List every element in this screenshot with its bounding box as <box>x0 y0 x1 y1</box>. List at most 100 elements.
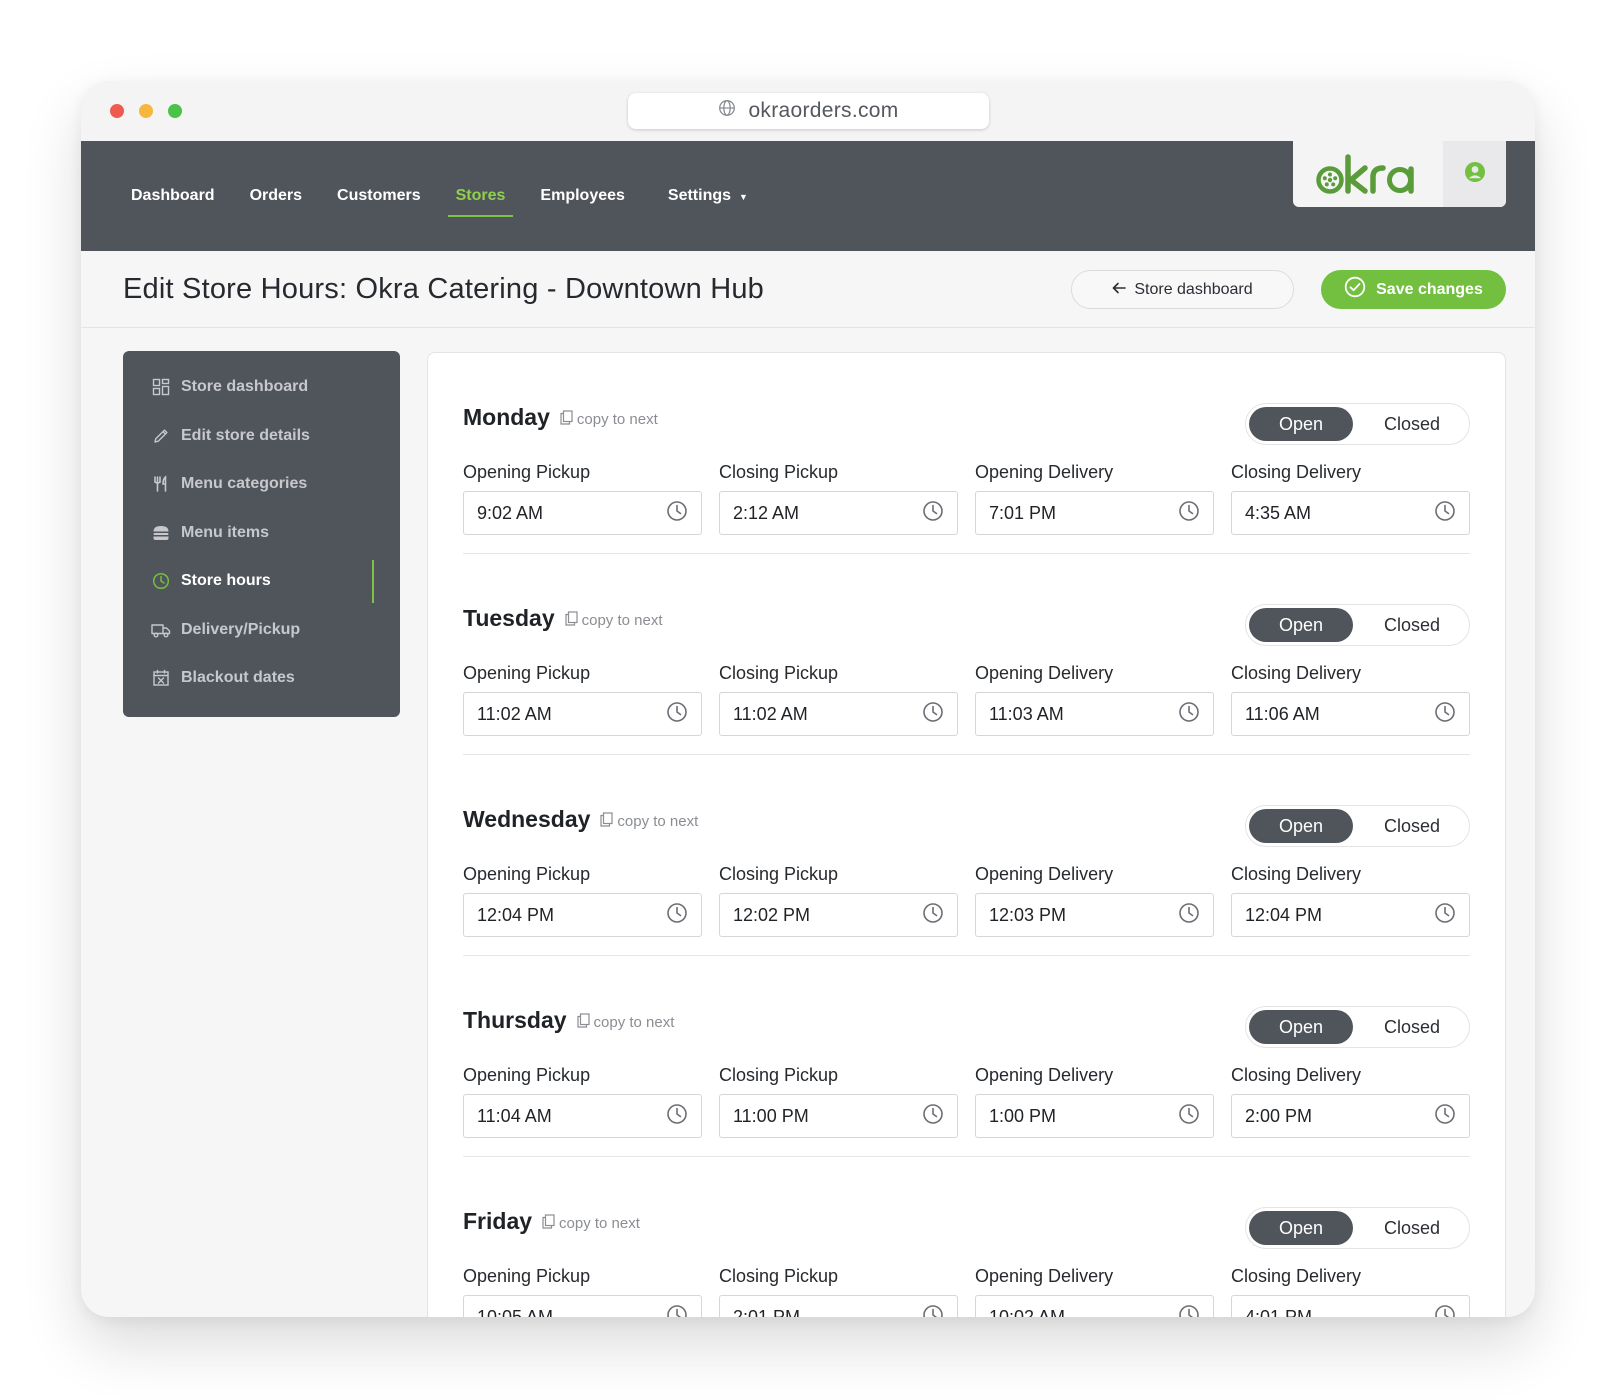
opening-pickup-input[interactable]: 11:04 AM <box>463 1094 702 1138</box>
address-bar[interactable]: okraorders.com <box>628 93 989 129</box>
closed-toggle-option[interactable]: Closed <box>1358 608 1466 642</box>
sidebar-item-store-dashboard[interactable]: Store dashboard <box>123 363 400 412</box>
clock-icon[interactable] <box>666 701 688 728</box>
closed-toggle-option[interactable]: Closed <box>1358 407 1466 441</box>
closing-pickup-field: Closing Pickup 11:02 AM <box>719 663 958 736</box>
copy-to-next-label: copy to next <box>581 612 663 629</box>
open-toggle-option[interactable]: Open <box>1249 1211 1353 1245</box>
opening-delivery-input[interactable]: 12:03 PM <box>975 893 1214 937</box>
sidebar-item-menu-categories[interactable]: Menu categories <box>123 460 400 509</box>
burger-icon <box>151 523 171 543</box>
opening-delivery-input[interactable]: 10:02 AM <box>975 1295 1214 1317</box>
nav-item-customers[interactable]: Customers <box>337 141 421 251</box>
open-toggle-option[interactable]: Open <box>1249 608 1353 642</box>
opening-delivery-input[interactable]: 1:00 PM <box>975 1094 1214 1138</box>
clock-icon[interactable] <box>666 902 688 929</box>
closing-delivery-input[interactable]: 11:06 AM <box>1231 692 1470 736</box>
caret-down-icon: ▼ <box>739 192 748 202</box>
closing-delivery-input[interactable]: 2:00 PM <box>1231 1094 1470 1138</box>
day-section-thursday: Thursday copy to next Open Closed Openin… <box>463 956 1470 1157</box>
clock-icon[interactable] <box>1434 500 1456 527</box>
clock-icon[interactable] <box>666 1103 688 1130</box>
clock-icon[interactable] <box>922 500 944 527</box>
closed-toggle-option[interactable]: Closed <box>1358 1211 1466 1245</box>
okra-logo-graphic <box>1316 154 1414 194</box>
top-navbar: Dashboard Orders Customers Stores Employ… <box>81 141 1535 251</box>
field-label: Closing Delivery <box>1231 663 1362 683</box>
nav-item-employees[interactable]: Employees <box>540 141 624 251</box>
sidebar-item-store-hours[interactable]: Store hours <box>123 557 400 606</box>
store-dashboard-button[interactable]: Store dashboard <box>1071 270 1294 309</box>
copy-to-next-button[interactable]: copy to next <box>542 1214 640 1233</box>
nav-item-stores[interactable]: Stores <box>447 141 514 251</box>
sidebar-item-label: Delivery/Pickup <box>181 620 301 638</box>
day-name: Tuesday <box>463 605 555 631</box>
check-circle-icon <box>1344 276 1366 303</box>
closing-delivery-input[interactable]: 4:35 AM <box>1231 491 1470 535</box>
closing-delivery-input[interactable]: 4:01 PM <box>1231 1295 1470 1317</box>
okra-logo[interactable]: okra <box>1293 141 1443 207</box>
clock-icon[interactable] <box>922 1103 944 1130</box>
nav-item-settings[interactable]: Settings ▼ <box>668 141 748 251</box>
open-toggle-option[interactable]: Open <box>1249 809 1353 843</box>
copy-to-next-button[interactable]: copy to next <box>565 611 663 630</box>
copy-to-next-button[interactable]: copy to next <box>560 410 658 429</box>
opening-pickup-input[interactable]: 10:05 AM <box>463 1295 702 1317</box>
closing-delivery-input[interactable]: 12:04 PM <box>1231 893 1470 937</box>
clock-icon[interactable] <box>666 1304 688 1317</box>
clock-icon[interactable] <box>1434 701 1456 728</box>
open-closed-toggle: Open Closed <box>1245 403 1470 445</box>
clock-icon[interactable] <box>1434 1304 1456 1317</box>
nav-item-orders[interactable]: Orders <box>250 141 302 251</box>
time-value: 12:04 PM <box>1245 904 1323 925</box>
sidebar-item-menu-items[interactable]: Menu items <box>123 509 400 558</box>
copy-to-next-button[interactable]: copy to next <box>576 1013 674 1032</box>
clock-icon[interactable] <box>1434 1103 1456 1130</box>
days-list: Monday copy to next Open Closed Opening … <box>463 353 1470 1317</box>
clock-icon[interactable] <box>666 500 688 527</box>
clock-icon[interactable] <box>1178 701 1200 728</box>
clock-icon[interactable] <box>922 1304 944 1317</box>
clock-icon[interactable] <box>1178 1103 1200 1130</box>
closed-toggle-option[interactable]: Closed <box>1358 1010 1466 1044</box>
settings-label: Settings <box>667 187 732 204</box>
minimize-window-button[interactable] <box>139 104 153 118</box>
clock-icon[interactable] <box>1434 902 1456 929</box>
opening-delivery-input[interactable]: 7:01 PM <box>975 491 1214 535</box>
clock-icon[interactable] <box>1178 902 1200 929</box>
closing-pickup-input[interactable]: 11:00 PM <box>719 1094 958 1138</box>
closing-pickup-input[interactable]: 12:02 PM <box>719 893 958 937</box>
sidebar-item-delivery-pickup[interactable]: Delivery/Pickup <box>123 606 400 655</box>
copy-to-next-button[interactable]: copy to next <box>600 812 698 831</box>
maximize-window-button[interactable] <box>168 104 182 118</box>
day-section-tuesday: Tuesday copy to next Open Closed Opening… <box>463 554 1470 755</box>
open-toggle-option[interactable]: Open <box>1249 1010 1353 1044</box>
field-label: Opening Pickup <box>463 1065 591 1085</box>
opening-delivery-input[interactable]: 11:03 AM <box>975 692 1214 736</box>
clock-icon[interactable] <box>1178 500 1200 527</box>
opening-pickup-input[interactable]: 9:02 AM <box>463 491 702 535</box>
closing-pickup-input[interactable]: 11:02 AM <box>719 692 958 736</box>
time-value: 4:01 PM <box>1245 1306 1313 1318</box>
clock-icon[interactable] <box>922 902 944 929</box>
open-toggle-option[interactable]: Open <box>1249 407 1353 441</box>
closing-pickup-input[interactable]: 2:01 PM <box>719 1295 958 1317</box>
sidebar-item-blackout-dates[interactable]: Blackout dates <box>123 654 400 703</box>
truck-icon <box>151 620 171 640</box>
sidebar-item-edit-store-details[interactable]: Edit store details <box>123 412 400 461</box>
pencil-icon <box>151 426 171 446</box>
field-label: Closing Pickup <box>719 864 839 884</box>
nav-item-dashboard[interactable]: Dashboard <box>131 141 215 251</box>
clock-icon[interactable] <box>922 701 944 728</box>
closing-pickup-input[interactable]: 2:12 AM <box>719 491 958 535</box>
opening-pickup-input[interactable]: 11:02 AM <box>463 692 702 736</box>
closed-toggle-option[interactable]: Closed <box>1358 809 1466 843</box>
opening-pickup-input[interactable]: 12:04 PM <box>463 893 702 937</box>
closing-delivery-field: Closing Delivery 11:06 AM <box>1231 663 1470 736</box>
day-header: Tuesday copy to next <box>463 605 663 632</box>
close-window-button[interactable] <box>110 104 124 118</box>
clock-icon[interactable] <box>1178 1304 1200 1317</box>
page-title: Edit Store Hours: Okra Catering - Downto… <box>123 273 765 305</box>
save-changes-button[interactable]: Save changes <box>1321 270 1506 309</box>
user-menu-button[interactable] <box>1443 141 1506 207</box>
